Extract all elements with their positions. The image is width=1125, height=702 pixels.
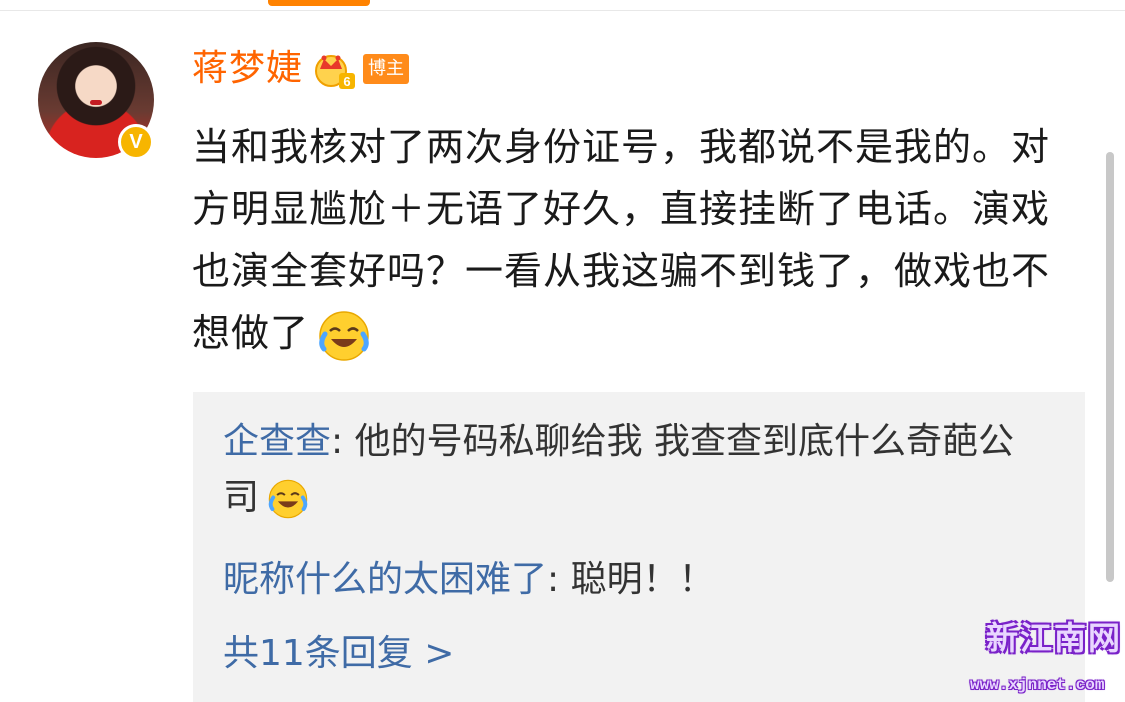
reply-username[interactable]: 昵称什么的太困难了 — [223, 559, 547, 600]
reply-separator: : — [547, 559, 571, 600]
crown-level-6-icon[interactable]: 6 — [313, 47, 357, 91]
reply-separator: : — [331, 421, 355, 462]
blogger-badge: 博主 — [363, 54, 410, 84]
reply-text: 聪明！！ — [570, 559, 715, 600]
reply-box: 企查查: 他的号码私聊给我 我查查到底什么奇葩公司 昵称什么的太困难了: 聪明！… — [193, 392, 1085, 702]
watermark-title: 新江南网 — [986, 619, 1123, 657]
author-row: 蒋梦婕 6 博主 — [192, 44, 410, 94]
laughing-tears-emoji-icon — [268, 479, 308, 519]
reply-item[interactable]: 企查查: 他的号码私聊给我 我查查到底什么奇葩公司 — [223, 414, 1043, 526]
scrollbar[interactable] — [1106, 152, 1114, 582]
verified-v-icon: V — [118, 124, 154, 160]
post-text: 当和我核对了两次身份证号，我都说不是我的。对方明显尴尬＋无语了好久，直接挂断了电… — [192, 116, 1072, 364]
reply-username[interactable]: 企查查 — [223, 421, 331, 462]
active-tab-indicator — [268, 0, 370, 6]
reply-item[interactable]: 昵称什么的太困难了: 聪明！！ — [223, 552, 1043, 608]
more-replies-link[interactable]: 共11条回复 > — [223, 626, 454, 682]
laughing-tears-emoji-icon — [319, 310, 369, 361]
avatar-detail — [90, 100, 102, 105]
top-divider — [0, 10, 1125, 11]
svg-text:6: 6 — [343, 74, 350, 89]
author-name[interactable]: 蒋梦婕 — [192, 47, 303, 91]
watermark-url: www.xjnnet.com — [970, 676, 1105, 694]
